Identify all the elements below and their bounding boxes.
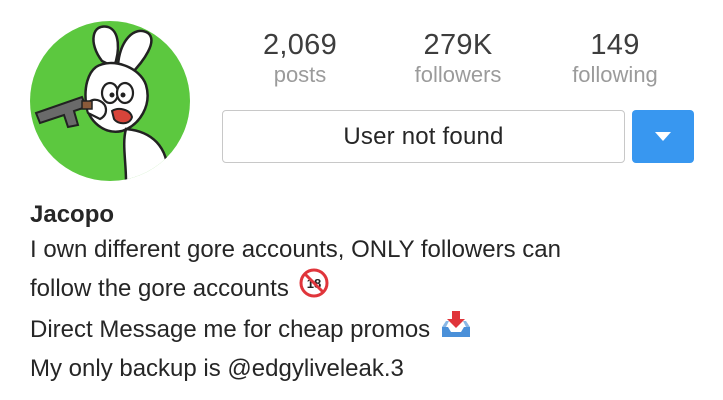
dropdown-button[interactable] [632, 110, 694, 163]
bio-line-4: My only backup is @edgyliveleak.3 [30, 350, 710, 387]
posts-count: 2,069 [262, 29, 338, 61]
inbox-tray-icon [440, 309, 472, 350]
profile-name: Jacopo [30, 201, 115, 228]
followers-count: 279K [423, 29, 493, 61]
profile-avatar[interactable] [30, 21, 190, 181]
bio-text-4: My only backup is @edgyliveleak.3 [30, 355, 404, 382]
stat-posts[interactable]: 2,069 posts [225, 28, 375, 88]
user-not-found-button[interactable]: User not found [222, 110, 625, 163]
bio-line-3: Direct Message me for cheap promos [30, 309, 710, 350]
bio-text-1: I own different gore accounts, ONLY foll… [30, 236, 561, 263]
cartoon-rabbit-with-gun-avatar [34, 25, 170, 181]
profile-stats: 2,069 posts 279K followers 149 following [222, 28, 692, 90]
stat-following[interactable]: 149 following [540, 28, 690, 88]
bio-line-1: I own different gore accounts, ONLY foll… [30, 231, 710, 268]
posts-label: posts [273, 62, 327, 87]
stat-followers[interactable]: 279K followers [383, 28, 533, 88]
status-button-label: User not found [343, 122, 504, 150]
no-one-under-eighteen-icon: 18 [299, 268, 329, 309]
following-count: 149 [590, 29, 640, 61]
chevron-down-icon [655, 131, 671, 141]
followers-label: followers [414, 62, 502, 87]
bio-text-2: follow the gore accounts [30, 275, 289, 302]
bio-text-3: Direct Message me for cheap promos [30, 316, 431, 343]
profile-bio: Jacopo I own different gore accounts, ON… [30, 199, 710, 387]
bio-line-2: follow the gore accounts 18 [30, 268, 710, 309]
following-label: following [572, 62, 658, 87]
